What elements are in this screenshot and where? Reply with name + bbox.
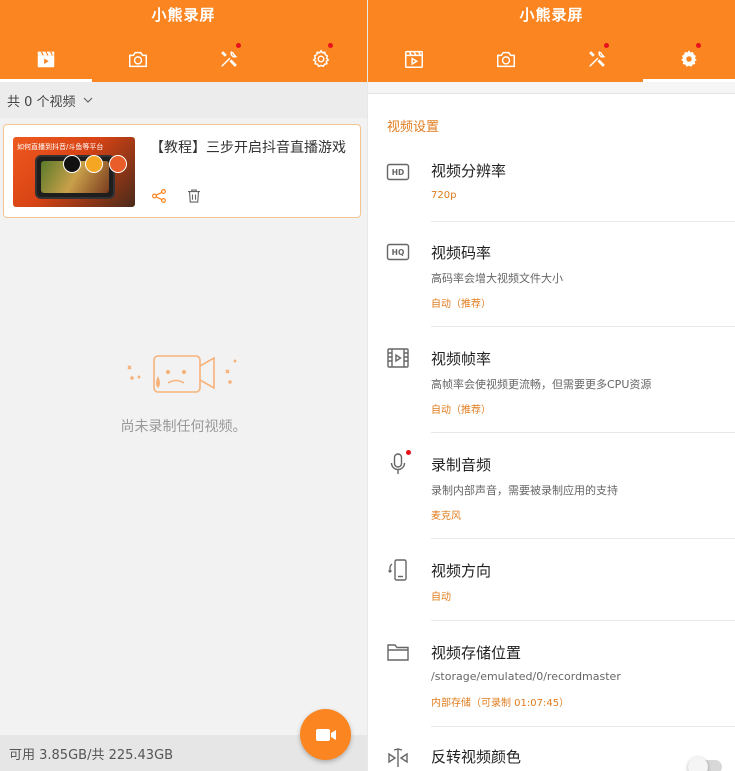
setting-value: 自动（推荐） — [431, 405, 491, 416]
app-bar: 小熊录屏 — [0, 0, 367, 82]
gear-icon — [312, 49, 330, 68]
notification-dot — [604, 43, 610, 48]
hd-icon: HD — [386, 163, 410, 181]
invert-color-icon — [388, 748, 408, 767]
video-count-label: 共 0 个视频 — [7, 94, 76, 110]
share-icon[interactable] — [150, 187, 168, 205]
setting-value: 麦克风 — [431, 511, 461, 522]
tab-tools[interactable] — [184, 36, 276, 82]
more-icon — [109, 155, 127, 173]
film-icon — [387, 348, 409, 368]
hq-icon: HQ — [386, 243, 410, 261]
setting-name: 视频帧率 — [431, 350, 492, 368]
video-card[interactable]: 如何直播到抖音/斗鱼等平台 【教程】三步开启抖音直播游戏 — [3, 124, 361, 218]
setting-storage-location[interactable]: 视频存储位置 /storage/emulated/0/recordmaster … — [368, 632, 735, 728]
video-settings-heading: 视频设置 — [387, 120, 440, 135]
previous-section-edge — [368, 82, 735, 94]
setting-framerate[interactable]: 视频帧率 高帧率会使视频更流畅，但需要更多CPU资源 自动（推荐） — [368, 338, 735, 434]
video-camera-icon — [315, 728, 336, 741]
setting-name: 视频方向 — [431, 562, 492, 580]
setting-value: 内部存储（可录制 01:07:45） — [431, 698, 570, 709]
tab-settings[interactable] — [275, 36, 367, 82]
tab-bar — [368, 36, 735, 82]
tools-icon — [589, 51, 606, 67]
setting-resolution[interactable]: HD 视频分辨率 720p — [368, 150, 735, 222]
tab-videos[interactable] — [0, 36, 92, 82]
tab-bar — [0, 36, 367, 82]
app-title: 小熊录屏 — [151, 6, 216, 24]
folder-icon — [387, 644, 409, 661]
empty-state-illustration — [127, 355, 237, 393]
chevron-down-icon — [83, 97, 92, 103]
tab-screenshots[interactable] — [92, 36, 184, 82]
active-tab-indicator — [0, 79, 92, 82]
notification-dot — [328, 43, 334, 48]
setting-name: 录制音频 — [431, 456, 492, 474]
setting-name: 视频码率 — [431, 244, 492, 262]
app-title: 小熊录屏 — [519, 6, 584, 24]
video-count-filter[interactable]: 共 0 个视频 — [0, 82, 367, 118]
tools-icon — [221, 51, 238, 67]
toggle-knob — [688, 757, 708, 771]
gear-icon — [681, 50, 697, 67]
setting-value: 自动（推荐） — [431, 299, 491, 310]
setting-invert-colors[interactable]: 反转视频颜色 — [368, 738, 735, 771]
tiktok-logo-icon — [63, 155, 81, 173]
active-tab-indicator — [643, 79, 735, 82]
app-bar: 小熊录屏 — [368, 0, 735, 82]
settings-screen: 小熊录屏 视频设置 HD 视频分辨率 720p HQ 视频码率 高码率会增大视频… — [368, 0, 735, 771]
setting-value: 自动 — [431, 592, 451, 603]
notification-dot — [236, 43, 242, 48]
thumbnail-caption: 如何直播到抖音/斗鱼等平台 — [17, 143, 104, 151]
tab-settings[interactable] — [643, 36, 735, 82]
video-list-screen: 小熊录屏 共 0 个视频 如何直播到抖音/斗鱼等平台 【教程】三步开启抖音直播游… — [0, 0, 367, 771]
setting-audio[interactable]: 录制音频 录制内部声音，需要被录制应用的支持 麦克风 — [368, 444, 735, 540]
trash-icon[interactable] — [185, 187, 203, 205]
svg-text:HQ: HQ — [392, 248, 405, 257]
notification-dot — [406, 450, 411, 455]
setting-description: 录制内部声音，需要被录制应用的支持 — [431, 484, 618, 497]
setting-orientation[interactable]: 视频方向 自动 — [368, 550, 735, 622]
setting-name: 视频存储位置 — [431, 644, 522, 662]
douyu-logo-icon — [85, 155, 103, 173]
setting-name: 视频分辨率 — [431, 162, 507, 180]
setting-name: 反转视频颜色 — [431, 748, 522, 766]
microphone-icon — [390, 453, 406, 474]
storage-text: 可用 3.85GB/共 225.43GB — [9, 747, 174, 763]
invert-colors-toggle[interactable] — [688, 757, 722, 771]
video-clapper-icon — [404, 50, 423, 68]
video-title[interactable]: 【教程】三步开启抖音直播游戏 — [150, 137, 346, 157]
record-button[interactable] — [300, 709, 351, 760]
tab-screenshots[interactable] — [460, 36, 552, 82]
svg-text:HD: HD — [392, 168, 405, 177]
rotate-phone-icon — [388, 559, 407, 581]
setting-value: 720p — [431, 190, 457, 201]
notification-dot — [696, 43, 702, 48]
tab-tools[interactable] — [552, 36, 644, 82]
video-clapper-icon — [37, 51, 55, 68]
setting-bitrate[interactable]: HQ 视频码率 高码率会增大视频文件大小 自动（推荐） — [368, 232, 735, 328]
tab-videos[interactable] — [368, 36, 460, 82]
setting-description: 高码率会增大视频文件大小 — [431, 272, 563, 285]
setting-description: 高帧率会使视频更流畅，但需要更多CPU资源 — [431, 378, 652, 391]
video-thumbnail[interactable]: 如何直播到抖音/斗鱼等平台 — [13, 137, 135, 207]
empty-state-text: 尚未录制任何视频。 — [120, 419, 247, 435]
camera-icon — [128, 51, 147, 68]
setting-description: /storage/emulated/0/recordmaster — [431, 670, 621, 683]
camera-icon — [496, 51, 515, 68]
